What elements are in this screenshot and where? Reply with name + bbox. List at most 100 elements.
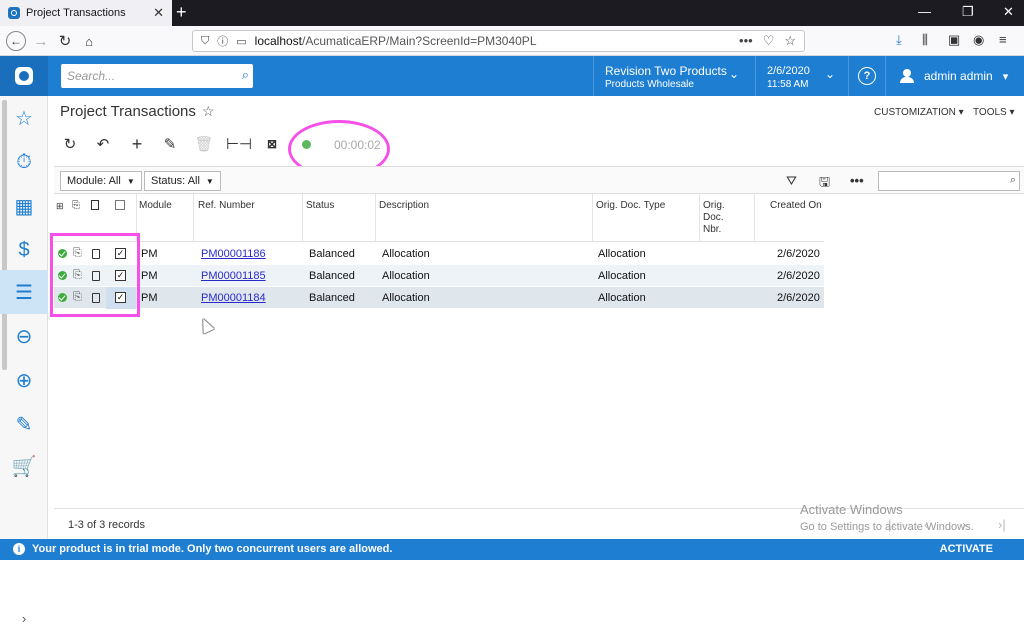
column-status[interactable]: Status — [306, 200, 334, 212]
acumatica-logo-icon[interactable] — [0, 56, 48, 96]
info-icon: i — [13, 543, 25, 555]
search-input[interactable]: Search... ⌕ — [61, 64, 253, 88]
url-host: localhost — [254, 34, 303, 48]
row-ref-number-link[interactable]: PM00001185 — [201, 270, 266, 282]
reload-icon[interactable]: ↻ — [54, 30, 76, 52]
bookmark-star-icon[interactable]: ☆ — [784, 33, 796, 49]
add-button[interactable]: + — [126, 134, 148, 154]
url-bar[interactable]: ⛉ ⓘ ▭ localhost/AcumaticaERP/Main?Screen… — [192, 30, 805, 52]
module-filter-label: Module: All — [67, 175, 121, 187]
restore-icon[interactable]: ❐ — [962, 4, 974, 20]
activate-link[interactable]: ACTIVATE — [940, 543, 993, 555]
customization-menu[interactable]: CUSTOMIZATION ▾ — [874, 107, 964, 118]
export-excel-button[interactable]: ⊠ — [261, 134, 283, 154]
sidebar-item-time[interactable]: ⏱ — [0, 140, 48, 184]
browser-tab[interactable]: Project Transactions ✕ — [0, 0, 172, 26]
row-created-on: 2/6/2020 — [777, 270, 820, 282]
column-created-on[interactable]: Created On — [770, 200, 822, 212]
tab-title: Project Transactions — [26, 7, 126, 19]
sidebar-item-minus[interactable]: ⊖ — [0, 314, 48, 358]
column-ref-number[interactable]: Ref. Number — [198, 200, 255, 212]
tools-menu[interactable]: TOOLS ▾ — [973, 107, 1015, 118]
table-row[interactable]: ⎘ ✓ PM PM00001184 Balanced Allocation Al… — [54, 287, 824, 309]
sidebar-item-calculator[interactable]: ▦ — [0, 184, 48, 228]
sidebar-expand-button[interactable]: › — [0, 604, 48, 632]
stopwatch-icon: ⏱ — [16, 150, 32, 173]
row-description: Allocation — [382, 248, 430, 260]
more-icon[interactable]: ••• — [850, 173, 864, 188]
search-icon[interactable]: ⌕ — [242, 67, 249, 83]
table-row[interactable]: ⎘ ✓ PM PM00001185 Balanced Allocation Al… — [54, 265, 824, 287]
minimize-icon[interactable]: — — [918, 4, 931, 19]
row-created-on: 2/6/2020 — [777, 292, 820, 304]
page-actions-icon[interactable]: ••• — [739, 33, 753, 49]
forward-icon[interactable]: → — [30, 30, 52, 52]
row-status: Balanced — [309, 248, 355, 260]
save-icon[interactable]: 🖫 — [819, 173, 830, 195]
new-tab-button[interactable]: + — [176, 2, 187, 23]
row-description: Allocation — [382, 292, 430, 304]
row-status: Balanced — [309, 292, 355, 304]
search-icon[interactable]: ⌕ — [1010, 174, 1016, 187]
status-filter[interactable]: Status: All ▼ — [144, 171, 221, 191]
page-icon: ▭ — [236, 35, 247, 48]
window-close-icon[interactable]: ✕ — [1003, 4, 1014, 20]
column-orig-doc-type[interactable]: Orig. Doc. Type — [596, 200, 665, 212]
star-icon: ☆ — [15, 107, 33, 130]
module-filter[interactable]: Module: All ▼ — [60, 171, 142, 191]
table-row[interactable]: ⎘ ✓ PM PM00001186 Balanced Allocation Al… — [54, 243, 824, 265]
grid-toolbar: Module: All ▼ Status: All ▼ ⛛ 🖫 ••• ⌕ — [54, 166, 1024, 194]
sidebar-item-projects[interactable]: ☰ — [0, 270, 48, 314]
user-name: admin admin — [924, 69, 993, 83]
edit-button[interactable]: ✎ — [159, 134, 181, 154]
url-path: /AcumaticaERP/Main?ScreenId=PM3040PL — [302, 34, 537, 48]
sidebar-item-plus[interactable]: ⊕ — [0, 358, 48, 402]
tab-close-icon[interactable]: ✕ — [153, 5, 164, 21]
sidebar-item-favorites[interactable]: ☆ — [0, 96, 48, 140]
last-page-icon[interactable]: ›| — [998, 517, 1006, 532]
minus-circle-icon: ⊖ — [15, 325, 33, 348]
column-module[interactable]: Module — [139, 200, 172, 212]
browser-tab-bar: Project Transactions ✕ + — ❐ ✕ — [0, 0, 1024, 26]
filter-icon[interactable]: ⛛ — [786, 173, 797, 189]
help-button[interactable]: ? — [848, 56, 886, 96]
select-all-checkbox[interactable] — [115, 200, 125, 210]
column-orig-doc-nbr[interactable]: Orig. Doc. Nbr. — [703, 200, 737, 236]
menu-icon[interactable]: ≡ — [999, 32, 1007, 47]
library-icon[interactable]: ⫼ — [922, 32, 928, 48]
gantt-icon: ☰ — [15, 281, 33, 304]
row-ref-number-link[interactable]: PM00001186 — [201, 248, 266, 260]
download-icon[interactable]: ⤓ — [896, 32, 902, 48]
home-icon[interactable]: ⌂ — [78, 30, 100, 52]
row-module: PM — [141, 270, 158, 282]
column-settings-icon[interactable]: ⊞ — [56, 200, 64, 212]
business-date-selector[interactable]: 2/6/2020 11:58 AM ⌄ — [755, 56, 847, 96]
user-menu[interactable]: admin admin ▾ — [900, 56, 1024, 96]
chevron-down-icon: ⌄ — [728, 67, 739, 81]
info-icon: ⓘ — [217, 36, 229, 48]
grid-search-input[interactable]: ⌕ — [878, 171, 1020, 191]
row-orig-doc-type: Allocation — [598, 270, 646, 282]
windows-watermark-subtitle: Go to Settings to activate Windows. — [800, 521, 974, 533]
pocket-icon[interactable]: ♡ — [763, 33, 775, 49]
user-icon — [900, 69, 914, 83]
sidebar-toggle-icon[interactable]: ▣ — [948, 32, 960, 48]
branch-selector[interactable]: Revision Two Products Products Wholesale… — [593, 56, 753, 96]
fit-columns-button[interactable]: ⊢⊣ — [226, 134, 252, 154]
page-title: Project Transactions — [60, 103, 196, 120]
row-ref-number-link[interactable]: PM00001184 — [201, 292, 266, 304]
refresh-button[interactable]: ↻ — [59, 134, 81, 154]
sidebar-item-cart[interactable]: 🛒 — [0, 444, 48, 488]
note-column-icon — [91, 200, 99, 210]
column-description[interactable]: Description — [379, 200, 429, 212]
undo-button[interactable]: ↶ — [92, 134, 114, 154]
delete-button[interactable]: 🗑 — [193, 134, 215, 154]
sidebar-item-edit[interactable]: ✎ — [0, 402, 48, 446]
account-icon[interactable]: ◉ — [973, 32, 984, 48]
mouse-cursor — [197, 316, 215, 334]
sidebar-item-finance[interactable]: $ — [0, 228, 48, 272]
record-count: 1-3 of 3 records — [68, 519, 146, 531]
row-orig-doc-type: Allocation — [598, 248, 646, 260]
favorite-star-icon[interactable]: ☆ — [202, 103, 215, 120]
back-icon[interactable]: ← — [6, 31, 26, 51]
